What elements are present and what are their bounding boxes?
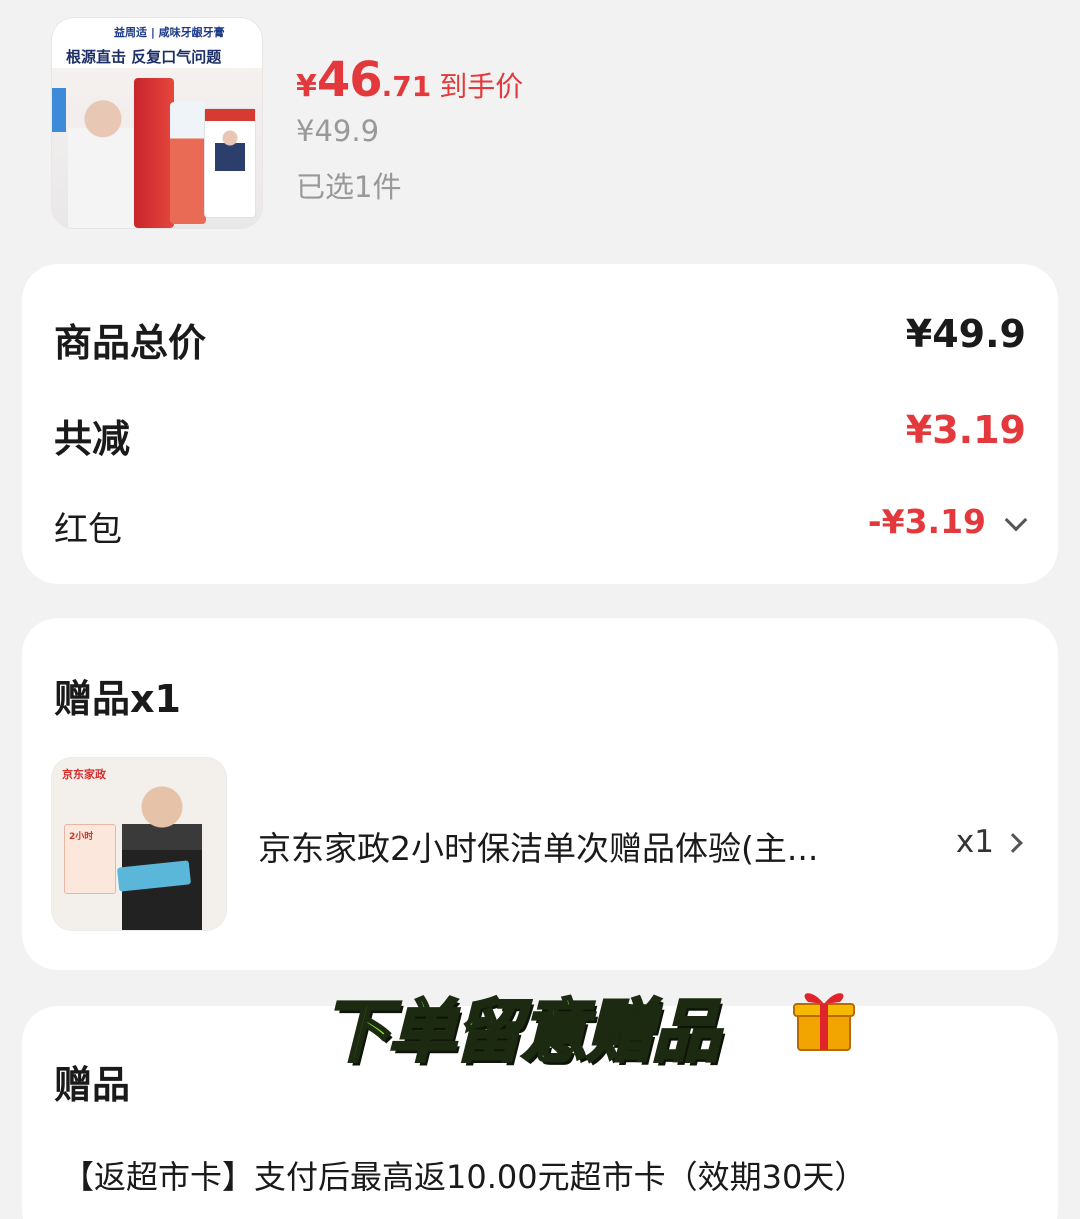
- gift-quantity: x1: [955, 824, 994, 860]
- gift-thumb-brand: 京东家政: [62, 768, 106, 781]
- thumb-toothpaste-box: [134, 78, 174, 228]
- reduction-value: ¥3.19: [905, 408, 1026, 452]
- gift-thumbnail[interactable]: 京东家政 2小时: [52, 758, 226, 930]
- gift-thumb-figure: [122, 780, 202, 930]
- thumb-model-figure: [68, 88, 138, 228]
- chevron-right-icon[interactable]: [1003, 833, 1023, 853]
- selected-count: 已选1件: [296, 170, 402, 204]
- original-price: ¥49.9: [296, 114, 380, 148]
- gift-section-text: 【返超市卡】支付后最高返10.00元超市卡（效期30天）: [62, 1158, 867, 1196]
- price-summary-card: 商品总价 ¥49.9 共减 ¥3.19 红包 -¥3.19: [22, 264, 1058, 584]
- price-suffix: 到手价: [439, 70, 524, 103]
- thumb-card-header: [205, 109, 255, 121]
- gift-box-icon: [793, 993, 855, 1051]
- redpack-value[interactable]: -¥3.19: [868, 502, 986, 541]
- thumb-toothpaste-tube: [170, 102, 206, 224]
- product-thumbnail[interactable]: 益周适 | 咸味牙龈牙膏 根源直击 反复口气问题: [52, 18, 262, 228]
- gift-title: 赠品x1: [54, 677, 181, 721]
- thumb-card-figure: [215, 127, 245, 171]
- gift-name[interactable]: 京东家政2小时保洁单次赠品体验(主...: [258, 822, 878, 870]
- thumb-info-card: [204, 108, 256, 218]
- gift-thumb-panel: 2小时: [64, 824, 116, 894]
- chevron-down-icon[interactable]: [1004, 508, 1028, 532]
- gift-card: 赠品x1 京东家政 2小时 京东家政2小时保洁单次赠品体验(主... x1: [22, 618, 1058, 970]
- overlay-sticker-text: 下单留意赠品: [320, 992, 721, 1074]
- redpack-label[interactable]: 红包: [54, 502, 122, 551]
- total-price-label: 商品总价: [54, 321, 207, 365]
- final-price: ¥46.71 到手价: [296, 52, 523, 108]
- currency-symbol: ¥: [296, 69, 317, 104]
- thumb-headline: 根源直击 反复口气问题: [66, 48, 222, 66]
- thumb-brand: 益周适 | 咸味牙龈牙膏: [114, 26, 225, 39]
- price-integer: 46: [316, 52, 383, 108]
- gift-section-title: 赠品: [54, 1063, 131, 1107]
- reduction-label: 共减: [54, 417, 131, 461]
- thumb-topbar: 益周适 | 咸味牙龈牙膏: [52, 18, 262, 44]
- price-decimal: .71: [381, 70, 432, 103]
- thumb-side-tag: [52, 88, 66, 132]
- gift-thumb-tag: 2小时: [69, 832, 94, 842]
- product-header: 益周适 | 咸味牙龈牙膏 根源直击 反复口气问题 ¥46.71 到手价 ¥49.9…: [0, 0, 1080, 250]
- total-price-value: ¥49.9: [905, 312, 1026, 356]
